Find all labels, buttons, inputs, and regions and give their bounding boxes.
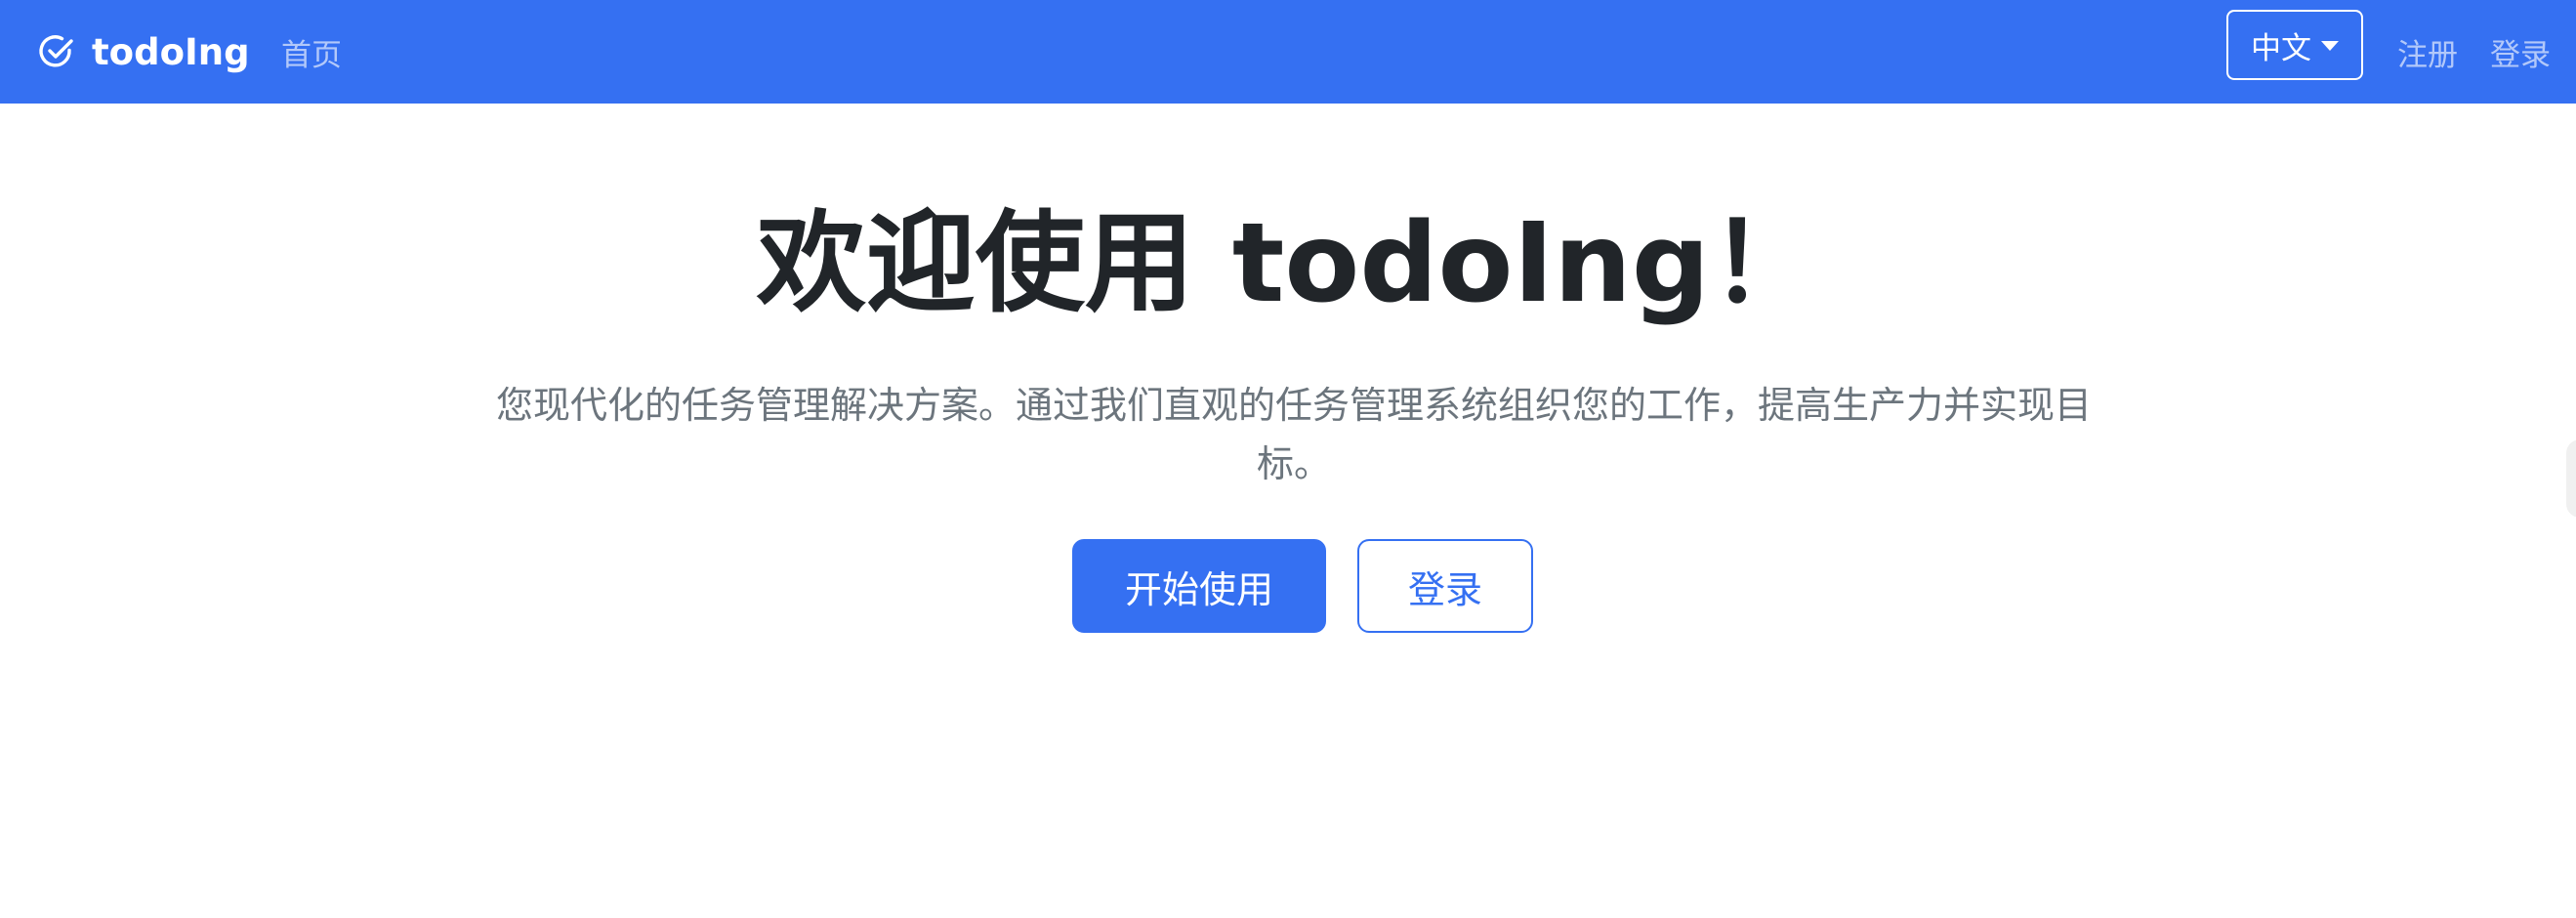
- hero-title: 欢迎使用 todoIng！: [756, 200, 1820, 327]
- check-circle-icon: [37, 32, 76, 71]
- get-started-button[interactable]: 开始使用: [1072, 539, 1326, 633]
- language-selected-label: 中文: [2251, 30, 2311, 66]
- nav-link-register[interactable]: 注册: [2397, 0, 2458, 104]
- language-dropdown[interactable]: 中文: [2226, 10, 2363, 80]
- nav-link-home[interactable]: 首页: [281, 0, 342, 104]
- nav-link-login[interactable]: 登录: [2490, 0, 2551, 104]
- brand-name: todoIng: [92, 30, 250, 73]
- hero-subtitle: 您现代化的任务管理解决方案。通过我们直观的任务管理系统组织您的工作，提高生产力并…: [495, 384, 2092, 485]
- login-button[interactable]: 登录: [1357, 539, 1533, 633]
- side-panel-handle[interactable]: [2566, 439, 2576, 518]
- brand-logo-link[interactable]: todoIng: [37, 0, 250, 104]
- chevron-down-icon: [2321, 41, 2339, 51]
- top-navbar: todoIng 首页 中文 注册 登录: [0, 0, 2576, 104]
